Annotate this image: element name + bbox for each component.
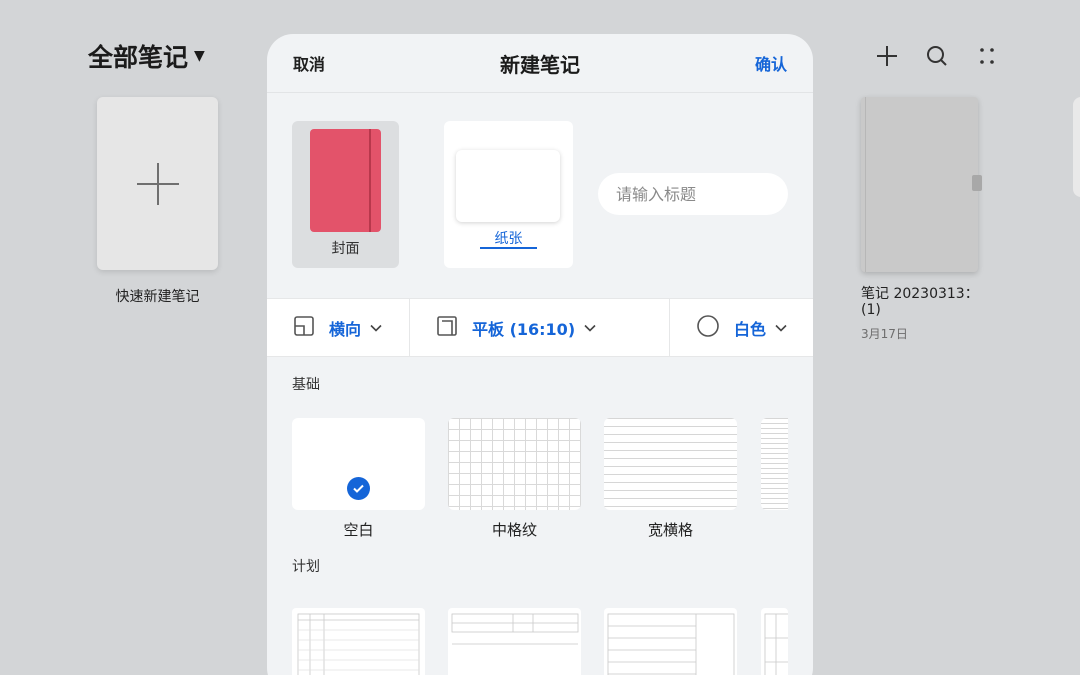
plan-template-table[interactable] <box>292 608 425 675</box>
new-note-dialog: 取消 新建笔记 确认 封面 纸张 横向 <box>267 34 813 675</box>
more-dots-icon[interactable] <box>962 40 1012 72</box>
plan-template-form[interactable] <box>448 608 581 675</box>
dialog-title: 新建笔记 <box>500 52 580 77</box>
template-label: 宽横格 <box>647 521 693 539</box>
title-input[interactable] <box>598 173 788 215</box>
cover-tab[interactable]: 封面 <box>292 121 399 268</box>
chevron-down-icon <box>584 324 596 332</box>
caret-down-icon: ▼ <box>194 48 205 64</box>
color-swatch-icon <box>696 314 720 342</box>
template-medium-grid[interactable] <box>448 418 581 510</box>
color-select[interactable]: 白色 <box>670 299 813 356</box>
template-label: 空白 <box>343 521 374 539</box>
notebook-spine <box>865 97 866 272</box>
size-select[interactable]: 平板 (16:10) <box>410 299 670 356</box>
chevron-down-icon <box>775 324 787 332</box>
cover-preview <box>310 129 381 232</box>
section-title-plan: 计划 <box>292 559 320 575</box>
page-title: 全部笔记 <box>88 43 189 72</box>
plus-icon[interactable] <box>862 40 912 72</box>
quick-new-note-card[interactable] <box>97 97 218 270</box>
notebook-title: 笔记 20230313：(1) <box>861 286 979 318</box>
partial-card <box>1073 97 1080 197</box>
cover-paper-row: 封面 纸张 <box>267 93 813 298</box>
template-partial[interactable] <box>761 418 788 510</box>
color-value: 白色 <box>734 319 767 339</box>
cover-label: 封面 <box>331 241 360 257</box>
notebook-date: 3月17日 <box>861 327 908 341</box>
plan-template-row <box>267 576 813 675</box>
template-label: 中格纹 <box>491 521 537 539</box>
notebook-card[interactable] <box>861 97 982 272</box>
search-icon[interactable] <box>912 40 962 72</box>
notebook-clasp <box>972 175 982 191</box>
orientation-icon <box>293 315 315 341</box>
quick-new-note-label: 快速新建笔记 <box>115 289 200 305</box>
orientation-select[interactable]: 横向 <box>267 299 410 356</box>
confirm-button[interactable]: 确认 <box>755 51 787 75</box>
paper-tab[interactable]: 纸张 <box>444 121 573 268</box>
template-blank[interactable] <box>292 418 425 510</box>
orientation-value: 横向 <box>329 319 362 339</box>
paper-options-bar: 横向 平板 (16:10) 白色 <box>267 298 813 357</box>
cancel-button[interactable]: 取消 <box>293 51 325 75</box>
top-toolbar <box>862 40 1012 72</box>
paper-preview <box>456 150 560 222</box>
selected-check-icon <box>347 477 370 500</box>
size-value: 平板 (16:10) <box>472 319 576 339</box>
page-title-dropdown[interactable]: 全部笔记 ▼ <box>88 38 205 74</box>
paper-label: 纸张 <box>494 231 523 247</box>
basic-template-row: 空白 中格纹 宽横格 <box>267 394 813 539</box>
plan-template-partial[interactable] <box>761 608 788 675</box>
cover-band <box>369 129 371 232</box>
plan-template-list[interactable] <box>604 608 737 675</box>
chevron-down-icon <box>370 324 382 332</box>
dialog-header: 取消 新建笔记 确认 <box>267 34 813 93</box>
tablet-size-icon <box>436 315 458 341</box>
template-wide-ruled[interactable] <box>604 418 737 510</box>
paper-tab-indicator <box>480 247 537 249</box>
section-title-basic: 基础 <box>292 377 320 393</box>
plus-icon <box>136 162 179 205</box>
